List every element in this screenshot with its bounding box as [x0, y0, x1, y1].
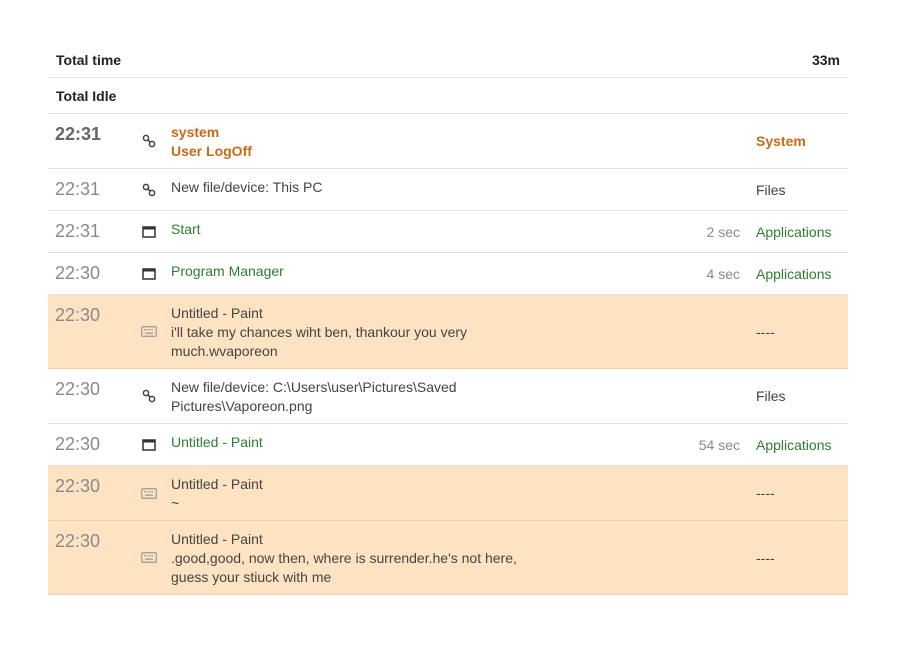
entry-category: System — [756, 133, 806, 149]
total-time-row: Total time 33m — [48, 42, 848, 78]
entry-time: 22:31 — [55, 221, 101, 241]
entry-duration — [620, 521, 756, 594]
entry-detail: User LogOff — [171, 143, 252, 159]
entry-duration — [620, 114, 756, 168]
entry-title: system — [171, 124, 220, 140]
entry-category: Applications — [756, 223, 832, 240]
keyboard-icon — [127, 295, 171, 368]
entry-duration — [620, 295, 756, 368]
entry-time: 22:30 — [55, 305, 101, 325]
link-icon — [127, 169, 171, 210]
window-icon — [127, 253, 171, 294]
entry-detail: much.wvaporeon — [171, 343, 278, 359]
entry-duration: 2 sec — [706, 223, 740, 240]
log-entry[interactable]: 22:31 Start 2 sec Applications — [48, 211, 848, 253]
entry-title: Start — [171, 221, 201, 237]
entry-detail: i'll take my chances wiht ben, thankour … — [171, 324, 468, 340]
entry-time: 22:30 — [55, 379, 101, 399]
entry-detail: Pictures\Vaporeon.png — [171, 398, 313, 414]
keyboard-icon — [127, 466, 171, 520]
entry-category: ---- — [756, 549, 775, 566]
total-time-label: Total time — [56, 51, 122, 68]
entry-title: Untitled - Paint — [171, 531, 263, 547]
entry-title: Untitled - Paint — [171, 434, 263, 450]
activity-log: Total time 33m Total Idle 22:31 system U… — [48, 42, 848, 595]
total-idle-row: Total Idle — [48, 78, 848, 114]
log-entry[interactable]: 22:30 Untitled - Paint 54 sec Applicatio… — [48, 424, 848, 466]
log-entry[interactable]: 22:30 Untitled - Paint ~ ---- — [48, 466, 848, 521]
entry-title: New file/device: C:\Users\user\Pictures\… — [171, 379, 457, 395]
entry-duration: 4 sec — [706, 265, 740, 282]
entry-duration — [620, 466, 756, 520]
entry-category: ---- — [756, 485, 775, 501]
entry-title: Program Manager — [171, 263, 284, 279]
entry-detail: ~ — [171, 495, 180, 511]
entry-category: Files — [756, 181, 786, 198]
window-icon — [127, 211, 171, 252]
entry-title: Untitled - Paint — [171, 305, 263, 321]
log-entry[interactable]: 22:30 New file/device: C:\Users\user\Pic… — [48, 369, 848, 424]
entry-time: 22:30 — [55, 263, 101, 283]
log-entry[interactable]: 22:31 New file/device: This PC Files — [48, 169, 848, 211]
log-entry[interactable]: 22:31 system User LogOff System — [48, 114, 848, 169]
log-entry[interactable]: 22:30 Program Manager 4 sec Applications — [48, 253, 848, 295]
link-icon — [127, 114, 171, 168]
entry-duration — [620, 369, 756, 423]
entry-title: New file/device: This PC — [171, 179, 323, 195]
entry-time: 22:31 — [55, 179, 101, 199]
entry-time: 22:30 — [55, 531, 101, 551]
entry-duration — [620, 169, 756, 210]
entry-time: 22:30 — [55, 476, 101, 496]
entry-category: ---- — [756, 323, 775, 340]
entry-detail: .good,good, now then, where is surrender… — [171, 550, 517, 566]
entry-time: 22:30 — [55, 434, 101, 454]
log-entry[interactable]: 22:30 Untitled - Paint i'll take my chan… — [48, 295, 848, 369]
link-icon — [127, 369, 171, 423]
window-icon — [127, 424, 171, 465]
entry-category: Applications — [756, 436, 832, 453]
entry-time: 22:31 — [55, 124, 102, 144]
entry-category: Applications — [756, 265, 832, 282]
log-entry[interactable]: 22:30 Untitled - Paint .good,good, now t… — [48, 521, 848, 595]
total-idle-label: Total Idle — [56, 87, 117, 104]
entry-title: Untitled - Paint — [171, 476, 263, 492]
entry-category: Files — [756, 388, 786, 404]
keyboard-icon — [127, 521, 171, 594]
total-time-value: 33m — [811, 51, 840, 68]
entry-duration: 54 sec — [698, 436, 740, 453]
entry-detail: guess your stiuck with me — [171, 569, 332, 585]
